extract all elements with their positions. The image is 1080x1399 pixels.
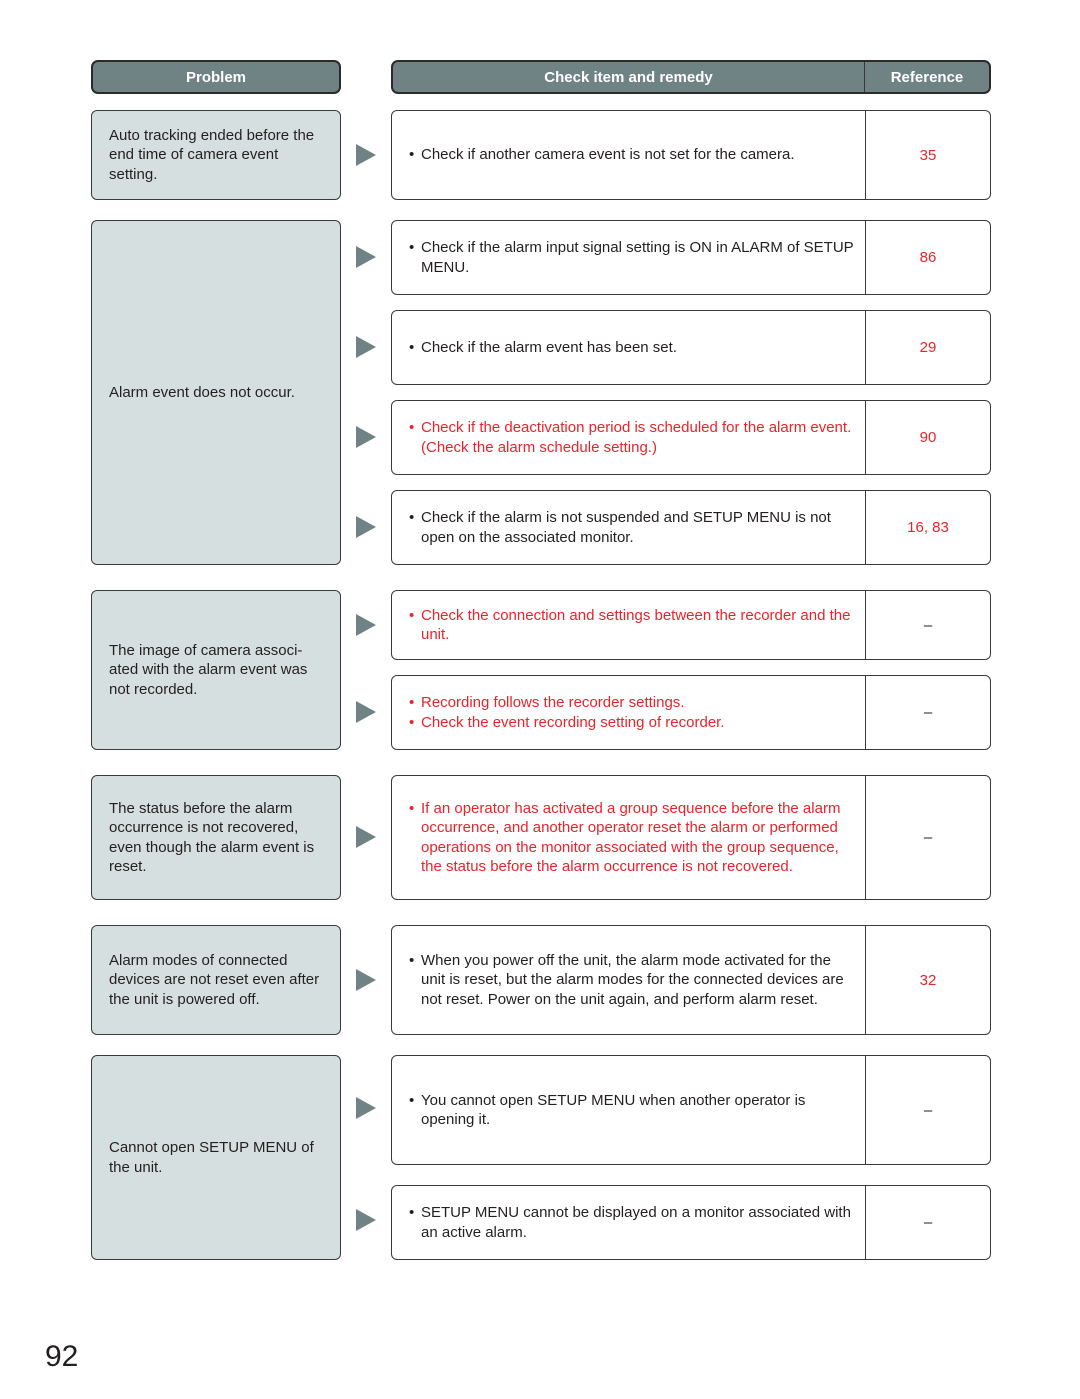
arrow-right-icon <box>356 1209 376 1231</box>
arrow-right-icon <box>356 701 376 723</box>
problem-text: The image of camera associ-ated with the… <box>109 641 308 698</box>
reference-page: 86 <box>919 249 937 266</box>
reference-page: – <box>923 1101 933 1119</box>
check-header-label: Check item and remedy <box>393 62 865 92</box>
remedy-text: If an operator has activated a group seq… <box>421 799 841 876</box>
remedy-cell: • Check if the alarm event has been set. … <box>391 310 991 385</box>
reference-page: – <box>923 704 933 721</box>
problem-text: Auto tracking ended before the end time … <box>109 126 315 183</box>
remedy-cell: • You cannot open SETUP MENU when another… <box>391 1055 991 1165</box>
remedy-cell: • Check if the alarm is not suspended and… <box>391 490 991 565</box>
problem-text: Cannot open SETUP MENU of the unit. <box>109 1139 314 1176</box>
arrow-right-icon <box>356 1097 376 1119</box>
arrow-right-icon <box>356 969 376 991</box>
remedy-text: Check if another camera event is not set… <box>421 146 795 164</box>
remedy-cell: • If an operator has activated a group se… <box>391 775 991 900</box>
reference-header-label: Reference <box>890 68 964 86</box>
remedy-cell: • Check if the deactivation period is sch… <box>391 400 991 475</box>
problem-cell: Alarm modes of connected devices are not… <box>91 925 341 1035</box>
bullet: • <box>409 509 415 526</box>
problem-cell: The status before the alarm occurrence i… <box>91 775 341 900</box>
remedy-text: You cannot open SETUP MENU when another … <box>421 1091 806 1129</box>
bullet: • <box>409 713 415 731</box>
bullet: • <box>409 606 415 624</box>
bullet: • <box>409 1204 415 1221</box>
remedy-cell: • Check if another camera event is not se… <box>391 110 991 200</box>
bullet: • <box>409 146 415 164</box>
problem-cell: Alarm event does not occur. <box>91 220 341 565</box>
problem-column-header: Problem <box>91 60 341 94</box>
remedy-text: Check the event recording setting of rec… <box>421 713 725 731</box>
reference-page: 29 <box>919 339 937 356</box>
arrow-right-icon <box>356 426 376 448</box>
arrow-right-icon <box>356 516 376 538</box>
bullet: • <box>409 694 415 711</box>
remedy-text: Check if the alarm is not suspended and … <box>421 509 831 546</box>
remedy-cell: • Check if the alarm input signal setting… <box>391 220 991 295</box>
remedy-text: Check if the alarm input signal setting … <box>421 239 854 276</box>
remedy-text: Check if the alarm event has been set. <box>421 338 677 356</box>
reference-page: – <box>923 616 933 634</box>
remedy-text: Check the connection and settings betwee… <box>421 606 851 644</box>
arrow-right-icon <box>356 336 376 358</box>
problem-text: Alarm modes of connected devices are not… <box>109 951 320 1008</box>
problem-header-label: Problem <box>185 68 246 86</box>
remedy-text: Recording follows the recorder settings. <box>421 694 685 711</box>
arrow-right-icon <box>356 144 376 166</box>
remedy-text: When you power off the unit, the alarm m… <box>421 951 844 1008</box>
reference-page: 90 <box>919 429 937 446</box>
problem-cell: The image of camera associ-ated with the… <box>91 590 341 750</box>
problem-text: Alarm event does not occur. <box>109 383 295 401</box>
reference-page: 32 <box>919 971 937 989</box>
reference-page: – <box>923 1214 933 1231</box>
reference-page: 16, 83 <box>907 519 949 536</box>
arrow-right-icon <box>356 614 376 636</box>
remedy-cell: • SETUP MENU cannot be displayed on a mon… <box>391 1185 991 1260</box>
remedy-text: SETUP MENU cannot be displayed on a moni… <box>421 1204 851 1241</box>
bullet: • <box>409 239 415 256</box>
bullet: • <box>409 338 415 356</box>
problem-text: The status before the alarm occurrence i… <box>109 799 315 876</box>
bullet: • <box>409 1091 415 1109</box>
remedy-cell: • Recording follows the recorder settings… <box>391 675 991 750</box>
page-number: 92 <box>45 1340 79 1373</box>
bullet: • <box>409 951 415 969</box>
problem-cell: Cannot open SETUP MENU of the unit. <box>91 1055 341 1260</box>
bullet: • <box>409 419 415 436</box>
arrow-right-icon <box>356 826 376 848</box>
remedy-cell: • Check the connection and settings betwe… <box>391 590 991 660</box>
check-column-header: Check item and remedy Reference <box>391 60 991 94</box>
bullet: • <box>409 799 415 817</box>
reference-page: 35 <box>919 146 937 164</box>
remedy-text: Check if the deactivation period is sche… <box>421 419 852 456</box>
remedy-cell: • When you power off the unit, the alarm … <box>391 925 991 1035</box>
reference-page: – <box>923 829 933 846</box>
problem-cell: Auto tracking ended before the end time … <box>91 110 341 200</box>
arrow-right-icon <box>356 246 376 268</box>
